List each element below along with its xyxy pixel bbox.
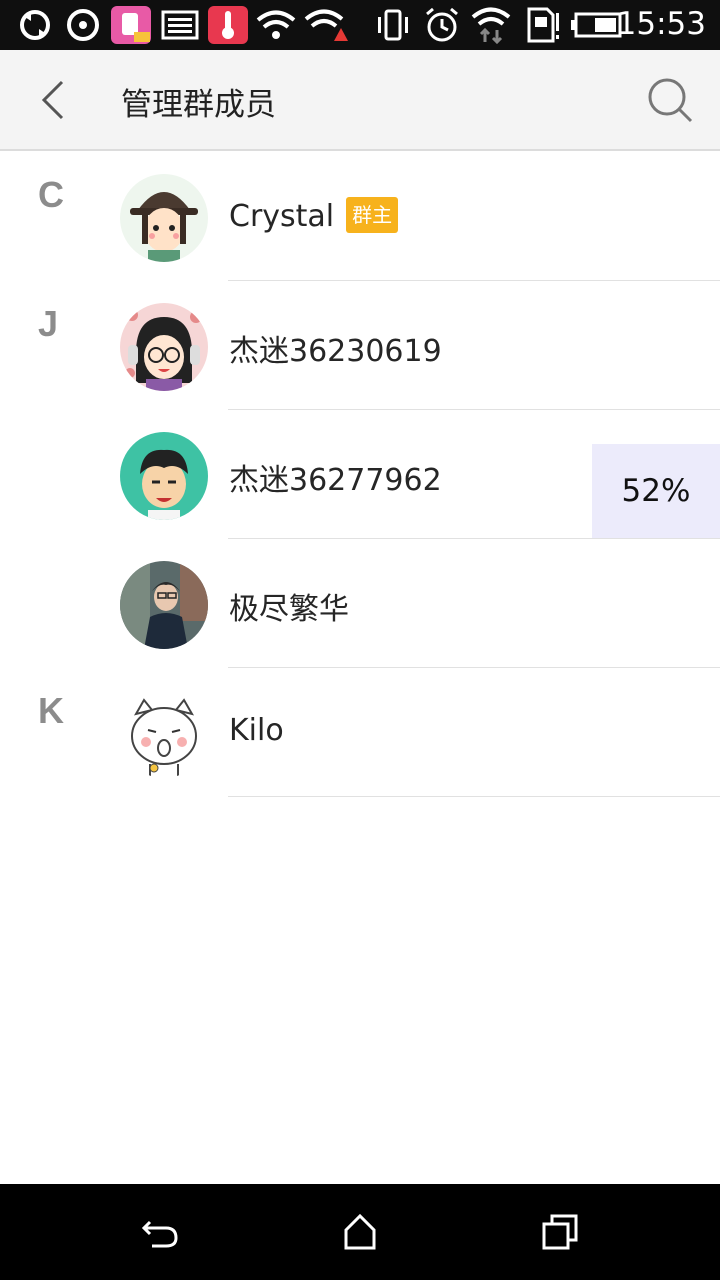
avatar-hat-girl bbox=[120, 174, 208, 262]
avatar-headphone-girl bbox=[120, 303, 208, 391]
row-divider bbox=[228, 796, 720, 797]
member-name: Crystal 群主 bbox=[229, 197, 399, 234]
thermometer-icon bbox=[207, 6, 249, 44]
home-icon[interactable] bbox=[340, 1212, 380, 1252]
member-row[interactable]: J 杰迷36230619 bbox=[0, 281, 720, 410]
member-row[interactable]: C Crystal 群主 bbox=[0, 152, 720, 281]
member-row[interactable]: K Kilo bbox=[0, 668, 720, 797]
sim-icon bbox=[522, 7, 562, 43]
alarm-icon bbox=[422, 7, 462, 43]
back-icon[interactable] bbox=[140, 1212, 180, 1252]
avatar-photo-man bbox=[120, 561, 208, 649]
back-arrow-icon[interactable] bbox=[32, 78, 76, 122]
search-icon[interactable] bbox=[646, 76, 696, 126]
app-header: 管理群成员 bbox=[0, 50, 720, 151]
loading-icon bbox=[64, 7, 102, 43]
member-name: Kilo bbox=[229, 713, 284, 748]
clock-time: 15:53 bbox=[616, 6, 706, 42]
index-letter: K bbox=[38, 690, 64, 731]
status-bar: 15:53 bbox=[0, 0, 720, 50]
progress-percent-overlay: 52% bbox=[592, 444, 720, 538]
member-name: 杰迷36230619 bbox=[229, 334, 442, 369]
owner-badge: 群主 bbox=[346, 197, 399, 233]
wifi-icon bbox=[256, 7, 296, 43]
member-name-text: Crystal bbox=[229, 199, 335, 234]
app-notification-icon bbox=[110, 6, 152, 44]
avatar-cartoon-boy bbox=[120, 432, 208, 520]
wifi-warning-icon bbox=[304, 7, 348, 43]
avatar-cartoon-cat bbox=[120, 690, 208, 778]
navigation-bar bbox=[0, 1184, 720, 1280]
member-name: 杰迷36277962 bbox=[229, 463, 442, 498]
page-title: 管理群成员 bbox=[121, 87, 276, 123]
recents-icon[interactable] bbox=[540, 1212, 580, 1252]
battery-icon bbox=[570, 7, 622, 43]
member-row[interactable]: 极尽繁华 bbox=[0, 539, 720, 668]
member-name: 极尽繁华 bbox=[229, 592, 349, 627]
image-icon bbox=[160, 7, 200, 43]
vibrate-icon bbox=[372, 7, 414, 43]
sync-icon bbox=[16, 7, 54, 43]
wifi-data-icon bbox=[470, 7, 512, 44]
index-letter: C bbox=[38, 174, 64, 215]
index-letter: J bbox=[38, 303, 59, 344]
